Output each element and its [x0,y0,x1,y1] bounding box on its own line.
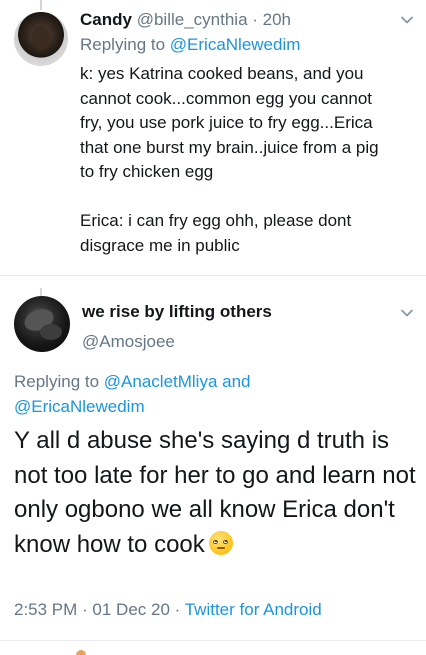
tweet-header: Candy @bille_cynthia · 20h [80,9,291,31]
chevron-down-icon[interactable] [400,306,414,320]
user-handle[interactable]: @bille_cynthia [137,10,248,29]
source-link[interactable]: Twitter for Android [185,600,322,619]
replying-to: Replying to @EricaNlewedim [80,35,300,55]
mention-link[interactable]: @EricaNlewedim [170,35,301,54]
tweet-metadata: 2:53 PM · 01 Dec 20 · Twitter for Androi… [14,600,322,620]
tweet-text: k: yes Katrina cooked beans, and you can… [80,64,379,255]
tweet-text: Y all d abuse she's saying d truth is no… [14,424,419,562]
separator: · [247,10,263,29]
tweet-time[interactable]: 2:53 PM [14,600,77,619]
replying-label: Replying to [14,372,104,391]
divider [0,640,426,641]
divider [0,275,426,276]
display-name[interactable]: Candy [80,10,132,29]
thread-connector-line [40,288,42,296]
tweet-date[interactable]: 01 Dec 20 [92,600,170,619]
separator: · [169,600,185,619]
replying-label: Replying to [80,35,170,54]
mention-link[interactable]: @EricaNlewedim [14,397,145,416]
mention-link[interactable]: @AnacletMliya [104,372,218,391]
display-name[interactable]: we rise by lifting others [82,302,272,322]
avatar[interactable] [14,12,68,66]
next-item-peek [76,650,86,655]
user-handle[interactable]: @Amosjoee [82,332,175,352]
separator: · [77,600,93,619]
face-with-rolling-eyes-icon [208,530,233,555]
thread-connector-line [40,0,42,10]
replying-and: and [217,372,251,391]
tweet-thread: Candy @bille_cynthia · 20h Replying to @… [0,0,426,655]
replying-to: Replying to @AnacletMliya and @EricaNlew… [14,369,314,419]
tweet-time[interactable]: 20h [263,10,291,29]
avatar[interactable] [14,296,70,352]
chevron-down-icon[interactable] [400,13,414,27]
